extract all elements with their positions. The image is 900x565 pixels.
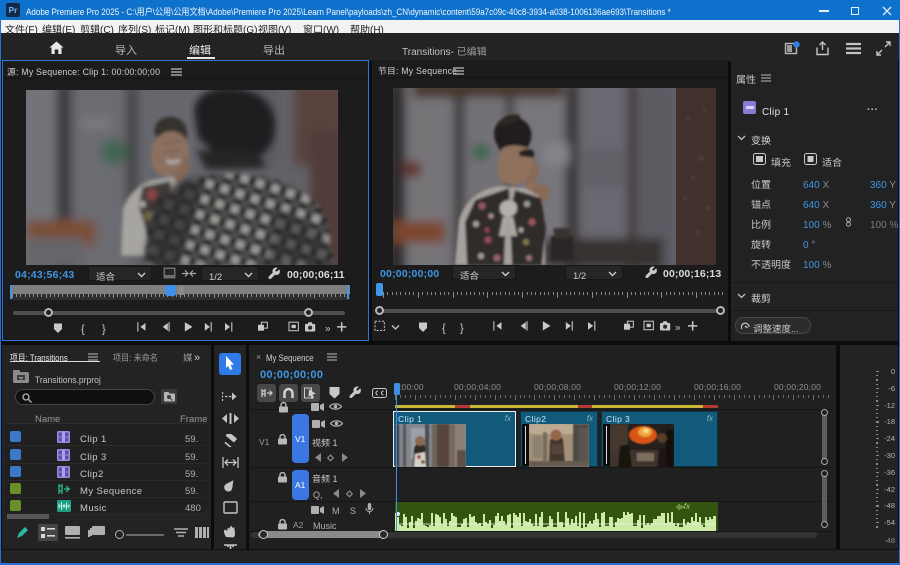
svg-text:}: } [460,323,464,335]
svg-text:{: { [81,324,85,336]
svg-text:}: } [102,324,106,336]
svg-text:»: » [325,324,331,335]
svg-text:{: { [442,323,446,335]
svg-text:»: » [675,323,681,334]
